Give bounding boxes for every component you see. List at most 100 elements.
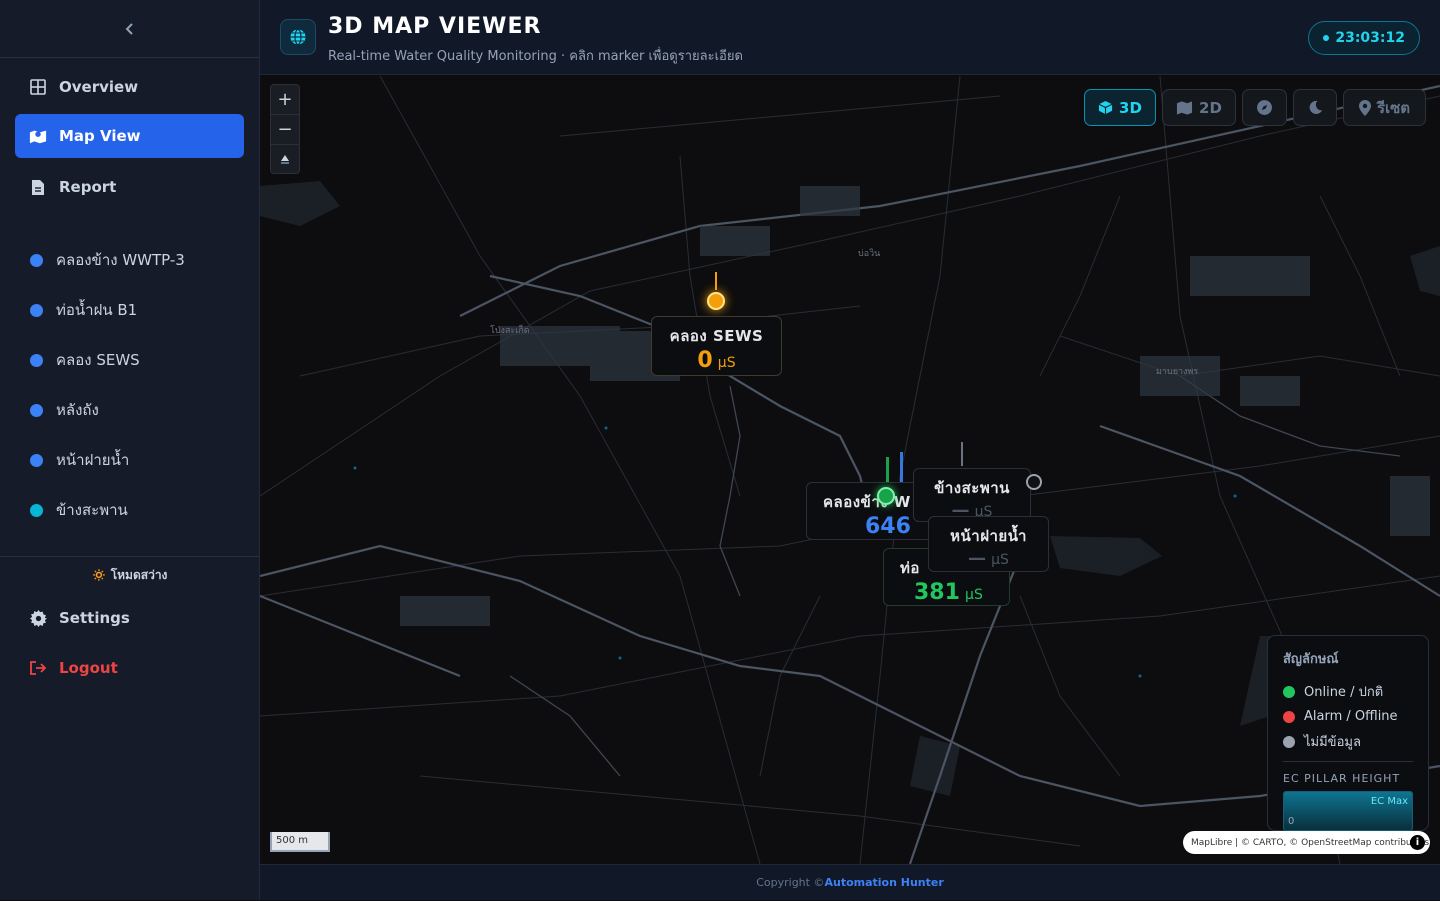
station-item[interactable]: คลอง SEWS	[30, 348, 140, 372]
popup-ec-unit: µS	[965, 587, 983, 603]
page-title: 3D MAP VIEWER	[328, 14, 542, 39]
copyright-text: Copyright ©	[756, 876, 825, 889]
station-label: หน้าฝายน้ำ	[56, 451, 130, 469]
legend-label: ไม่มีข้อมูล	[1304, 735, 1361, 750]
clock-time: 23:03:12	[1335, 30, 1405, 46]
station-popup-sews[interactable]: คลอง SEWS 0 µS	[651, 316, 782, 376]
globe-icon	[280, 19, 316, 55]
ec-gradient-bar: EC Max 0	[1283, 791, 1413, 831]
station-marker-wwtp[interactable]	[877, 487, 895, 505]
location-pin-icon	[1358, 99, 1371, 116]
view-3d-label: 3D	[1119, 98, 1142, 117]
station-label: ท่อน้ำฝน B1	[56, 301, 138, 319]
station-popup-weir[interactable]: หน้าฝายน้ำ — µS	[928, 516, 1049, 572]
zoom-out-button[interactable]: −	[271, 115, 299, 145]
zoom-controls: + −	[270, 84, 300, 174]
legend-item: ไม่มีข้อมูล	[1283, 729, 1413, 754]
legend-label: Online / ปกติ	[1304, 685, 1384, 700]
status-dot	[30, 503, 43, 517]
nav-report[interactable]: Report	[15, 165, 244, 209]
cube-icon	[1098, 100, 1113, 115]
moon-icon	[1309, 100, 1322, 114]
station-label: หลังถัง	[56, 401, 99, 419]
station-item[interactable]: ท่อน้ำฝน B1	[30, 298, 137, 322]
map-canvas[interactable]: บ่อวิน โป่งสะเก็ด มาบยางพร + − 3D 2D รีเ…	[260, 76, 1440, 864]
view-2d-button[interactable]: 2D	[1162, 89, 1236, 126]
nav-overview[interactable]: Overview	[15, 65, 244, 109]
attribution-text: MapLibre | © CARTO, © OpenStreetMap cont…	[1191, 837, 1430, 848]
nav-settings[interactable]: Settings	[15, 596, 244, 640]
popup-ec-value: —	[968, 548, 987, 569]
popup-ec-unit: µS	[717, 355, 736, 371]
station-item[interactable]: ข้างสะพาน	[30, 498, 128, 522]
info-icon[interactable]: i	[1410, 835, 1425, 850]
legend-dot	[1283, 735, 1295, 748]
divider	[0, 556, 259, 557]
legend-dot	[1283, 710, 1295, 723]
map-attribution: MapLibre | © CARTO, © OpenStreetMap cont…	[1183, 831, 1430, 854]
station-item[interactable]: คลองข้าง WWTP-3	[30, 248, 185, 272]
popup-station-name: หน้าฝายน้ำ	[950, 527, 1027, 545]
station-item[interactable]: หลังถัง	[30, 398, 99, 422]
light-mode-toggle[interactable]: 🔅 โหมดสว่าง	[0, 566, 259, 585]
popup-station-name: ข้างสะพาน	[934, 479, 1010, 497]
popup-ec-value: 381	[914, 580, 960, 605]
status-dot	[30, 303, 43, 317]
status-dot	[30, 253, 43, 267]
legend-item: Online / ปกติ	[1283, 679, 1413, 704]
page-subtitle: Real-time Water Quality Monitoring · คลิ…	[328, 49, 743, 64]
station-marker-sews[interactable]	[707, 292, 725, 310]
dark-mode-button[interactable]	[1293, 89, 1337, 126]
legend-title: สัญลักษณ์	[1283, 652, 1339, 667]
map-legend: สัญลักษณ์ Online / ปกติ Alarm / Offline …	[1267, 635, 1429, 831]
map-place-label: บ่อวิน	[858, 249, 881, 259]
nav-overview-label: Overview	[59, 78, 139, 96]
status-dot	[30, 403, 43, 417]
gear-icon	[29, 609, 47, 627]
nav-logout-label: Logout	[59, 659, 118, 677]
ec-pillar-title: EC PILLAR HEIGHT	[1283, 772, 1401, 785]
legend-dot	[1283, 685, 1295, 698]
scale-bar: 500 m	[270, 832, 330, 852]
compass-icon	[1257, 100, 1272, 115]
chevron-left-icon	[124, 17, 136, 41]
clock-badge: 23:03:12	[1308, 21, 1420, 55]
sidebar: Overview Map View Report คลองข้าง WWTP-3…	[0, 0, 260, 900]
station-item[interactable]: หน้าฝายน้ำ	[30, 448, 129, 472]
map-place-label: โป่งสะเก็ด	[490, 326, 530, 336]
popup-ec-unit: µS	[991, 552, 1009, 568]
map-basemap	[260, 76, 1440, 864]
popup-ec-value: 0	[697, 348, 713, 373]
reset-view-button[interactable]: รีเซต	[1343, 89, 1426, 126]
nav-map-view[interactable]: Map View	[15, 114, 244, 158]
map-icon	[1176, 100, 1193, 115]
live-dot	[1323, 35, 1330, 41]
reset-view-label: รีเซต	[1376, 98, 1411, 117]
nav-settings-label: Settings	[59, 609, 130, 627]
map-place-label: มาบยางพร	[1156, 367, 1199, 377]
view-3d-button[interactable]: 3D	[1084, 89, 1156, 126]
sidebar-collapse-button[interactable]	[0, 0, 259, 58]
zoom-in-button[interactable]: +	[271, 85, 299, 115]
document-icon	[29, 178, 47, 196]
ec-pillar	[961, 442, 963, 466]
grid-icon	[29, 78, 47, 96]
compass-button[interactable]	[271, 145, 299, 175]
nav-logout[interactable]: Logout	[15, 646, 244, 690]
popup-ec-value: 646	[865, 514, 911, 539]
station-marker-bridge[interactable]	[1026, 474, 1042, 490]
legend-label: Alarm / Offline	[1304, 709, 1398, 724]
brand-link[interactable]: Automation Hunter	[824, 876, 943, 889]
marker-stem	[715, 272, 717, 290]
view-2d-label: 2D	[1199, 98, 1222, 117]
header: 3D MAP VIEWER Real-time Water Quality Mo…	[260, 0, 1440, 75]
logout-icon	[29, 659, 47, 677]
ec-max-label: EC Max	[1370, 796, 1408, 807]
popup-station-name: คลอง SEWS	[669, 327, 764, 345]
footer: Copyright ©Automation Hunter	[260, 864, 1440, 900]
divider	[1283, 761, 1413, 762]
compass-toggle-button[interactable]	[1242, 89, 1287, 126]
nav-report-label: Report	[59, 178, 117, 196]
station-popup-bridge[interactable]: ข้างสะพาน — µS	[913, 468, 1031, 522]
station-label: คลอง SEWS	[56, 351, 140, 369]
